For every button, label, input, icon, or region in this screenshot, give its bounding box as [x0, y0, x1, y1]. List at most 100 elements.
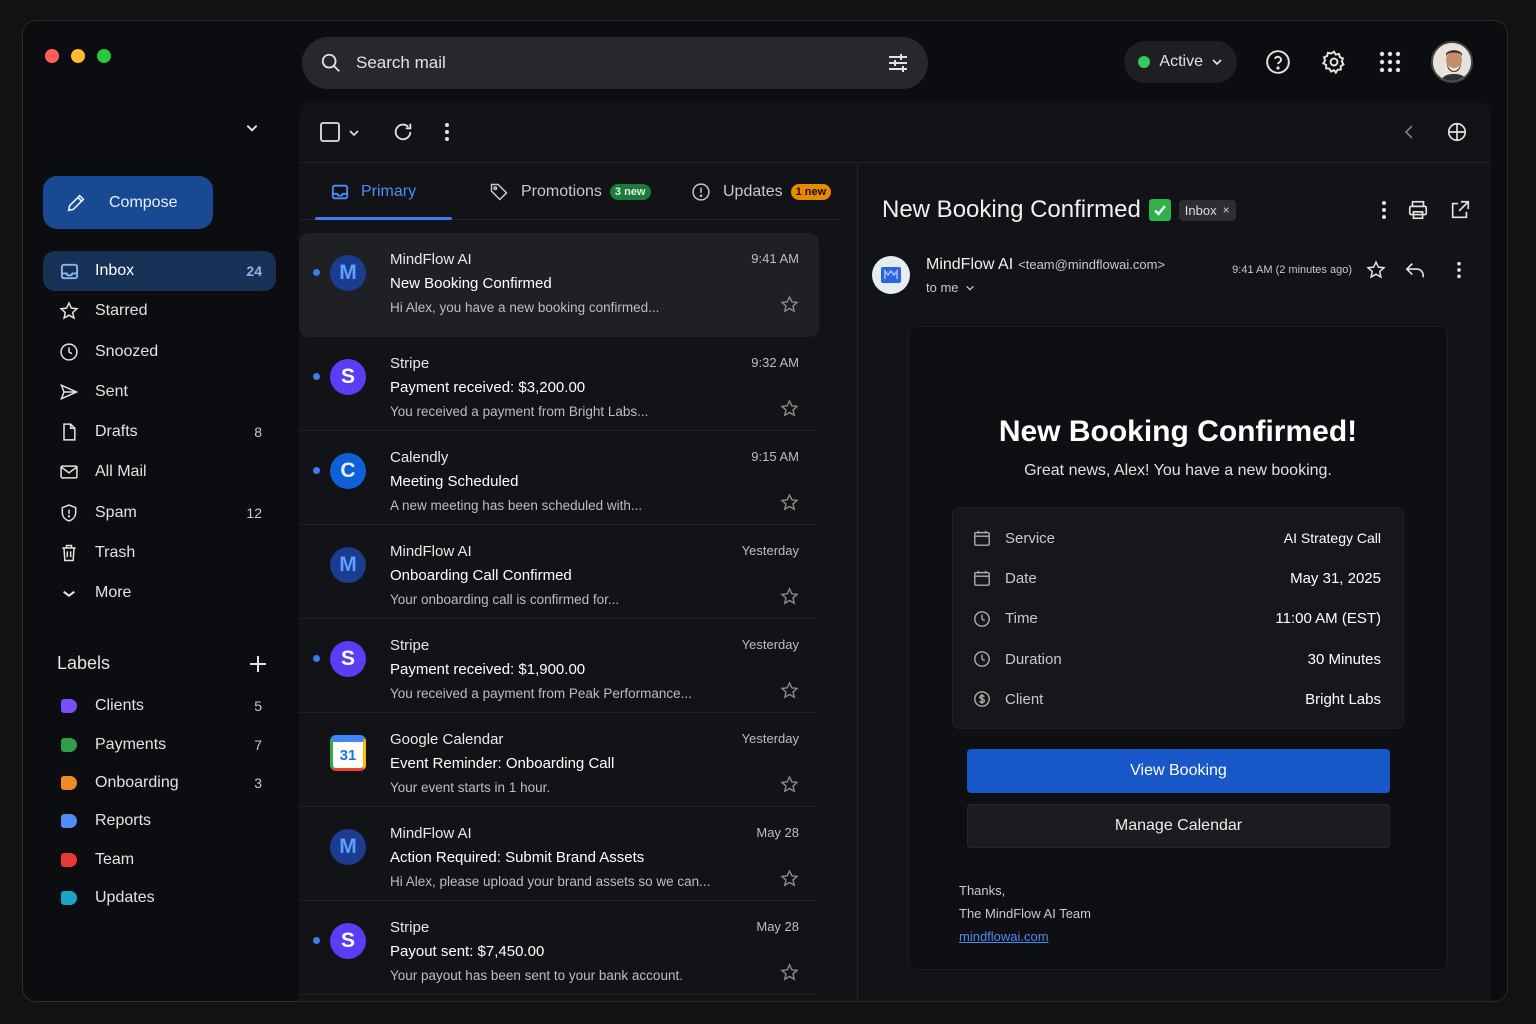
labels-header: Labels — [57, 653, 267, 674]
tag-icon — [489, 182, 509, 202]
detail-row-time: Time 11:00 AM (EST) — [973, 599, 1381, 639]
select-all-checkbox[interactable] — [319, 121, 341, 143]
label-item-reports[interactable]: Reports — [43, 802, 276, 840]
chevron-left-icon[interactable] — [1403, 125, 1415, 139]
mindflow-avatar: M — [330, 255, 366, 291]
search-input[interactable]: Search mail — [356, 53, 886, 73]
remove-label-close-icon[interactable]: × — [1223, 203, 1230, 217]
star-icon[interactable] — [780, 399, 799, 418]
star-icon[interactable] — [780, 963, 799, 982]
email-row[interactable]: C Calendly Meeting Scheduled A new meeti… — [299, 431, 819, 525]
star-icon[interactable] — [780, 869, 799, 888]
chevron-down-icon — [965, 283, 975, 293]
mindflow-logo-icon — [872, 256, 910, 294]
sidebar-item-all-mail[interactable]: All Mail — [43, 452, 276, 492]
star-icon[interactable] — [780, 493, 799, 512]
apps-grid-icon[interactable] — [1375, 47, 1405, 77]
info-icon — [691, 182, 711, 202]
email-row[interactable]: S Stripe Payment received: $1,900.00 You… — [299, 619, 819, 713]
email-row[interactable]: M MindFlow AI Onboarding Call Confirmed … — [299, 525, 819, 619]
more-vert-icon[interactable] — [1381, 199, 1387, 221]
compose-label: Compose — [109, 193, 178, 211]
email-row[interactable]: 31 Google Calendar Event Reminder: Onboa… — [299, 713, 819, 807]
stripe-avatar: S — [330, 359, 366, 395]
sidebar-item-sent[interactable]: Sent — [43, 372, 276, 412]
search-icon[interactable] — [320, 52, 342, 74]
label-tag-icon — [61, 775, 77, 790]
star-icon[interactable] — [780, 295, 799, 314]
website-link[interactable]: mindflowai.com — [959, 929, 1049, 944]
label-tag-icon — [61, 814, 77, 829]
manage-calendar-button[interactable]: Manage Calendar — [967, 804, 1390, 848]
sidebar-item-more[interactable]: More — [43, 573, 276, 613]
star-icon[interactable] — [780, 587, 799, 606]
chevron-down-icon — [1211, 56, 1223, 68]
select-dropdown-chevron-icon[interactable] — [348, 127, 360, 139]
sidebar-item-spam[interactable]: Spam 12 — [43, 493, 276, 533]
mindflow-avatar: M — [330, 547, 366, 583]
add-label-plus-icon[interactable] — [249, 655, 267, 673]
sidebar-item-snoozed[interactable]: Snoozed — [43, 332, 276, 372]
user-avatar[interactable] — [1431, 41, 1473, 83]
close-window-button[interactable] — [45, 49, 59, 63]
more-vert-icon[interactable] — [1456, 260, 1462, 280]
search-filter-icon[interactable] — [886, 51, 910, 75]
mindflow-avatar: M — [330, 829, 366, 865]
tab-updates[interactable]: Updates 1 new — [691, 164, 832, 220]
star-icon[interactable] — [780, 775, 799, 794]
tab-promotions[interactable]: Promotions 3 new — [489, 164, 651, 220]
clock-icon — [973, 650, 993, 668]
shield-alert-icon — [59, 503, 79, 523]
email-subject: New Booking Confirmed Inbox × — [882, 196, 1236, 224]
zoom-window-button[interactable] — [97, 49, 111, 63]
unread-dot — [313, 467, 320, 474]
detail-row-service: Service AI Strategy Call — [973, 518, 1381, 558]
label-item-payments[interactable]: Payments 7 — [43, 725, 276, 763]
view-booking-button[interactable]: View Booking — [967, 749, 1390, 793]
sidebar-item-drafts[interactable]: Drafts 8 — [43, 412, 276, 452]
top-right-controls: Active — [1124, 41, 1473, 83]
label-item-onboarding[interactable]: Onboarding 3 — [43, 764, 276, 802]
sidebar-item-starred[interactable]: Starred — [43, 291, 276, 331]
label-item-team[interactable]: Team — [43, 841, 276, 879]
refresh-icon[interactable] — [392, 121, 414, 143]
label-item-clients[interactable]: Clients 5 — [43, 687, 276, 725]
unread-dot — [313, 373, 320, 380]
label-tag-icon — [61, 852, 77, 867]
more-vert-icon[interactable] — [444, 121, 450, 143]
star-icon[interactable] — [780, 681, 799, 700]
open-in-new-window-icon[interactable] — [1449, 199, 1471, 221]
sidebar-item-inbox[interactable]: Inbox 24 — [43, 251, 276, 291]
email-row[interactable]: S Stripe Payout sent: $7,450.00 Your pay… — [299, 901, 819, 995]
labels-title: Labels — [57, 653, 111, 673]
reply-icon[interactable] — [1404, 260, 1426, 280]
recipient-toggle[interactable]: to me — [926, 280, 975, 295]
labels-list: Clients 5 Payments 7 Onboarding 3 Report… — [43, 687, 276, 917]
help-icon[interactable] — [1263, 47, 1293, 77]
tab-primary[interactable]: Primary — [314, 164, 453, 220]
compose-button[interactable]: Compose — [43, 176, 213, 229]
chevron-down-icon — [59, 583, 79, 603]
crosshair-target-icon[interactable] — [1446, 121, 1468, 143]
app-window: Search mail Active Compose Inbox 24 Star… — [22, 20, 1508, 1002]
calendar-icon — [973, 569, 993, 587]
calendly-avatar: C — [330, 453, 366, 489]
minimize-window-button[interactable] — [71, 49, 85, 63]
sender-header: MindFlow AI <team@mindflowai.com> to me 9… — [872, 256, 1472, 304]
account-switcher-chevron-icon[interactable] — [245, 121, 259, 135]
sidebar-item-trash[interactable]: Trash — [43, 533, 276, 573]
inbox-label-chip[interactable]: Inbox × — [1178, 199, 1236, 221]
label-item-updates[interactable]: Updates — [43, 879, 276, 917]
sender-name-line: MindFlow AI <team@mindflowai.com> — [926, 256, 1166, 273]
email-row[interactable]: M MindFlow AI Action Required: Submit Br… — [299, 807, 819, 901]
print-icon[interactable] — [1407, 199, 1429, 221]
star-icon[interactable] — [1366, 260, 1386, 280]
email-row[interactable]: M MindFlow AI New Booking Confirmed Hi A… — [299, 233, 819, 337]
settings-gear-icon[interactable] — [1319, 47, 1349, 77]
email-row[interactable]: S Stripe Payment received: $3,200.00 You… — [299, 337, 819, 431]
reader-actions — [1381, 199, 1471, 221]
status-dropdown[interactable]: Active — [1124, 41, 1237, 83]
search-bar[interactable]: Search mail — [302, 37, 928, 89]
inbox-icon — [59, 261, 79, 281]
draft-file-icon — [59, 422, 79, 442]
